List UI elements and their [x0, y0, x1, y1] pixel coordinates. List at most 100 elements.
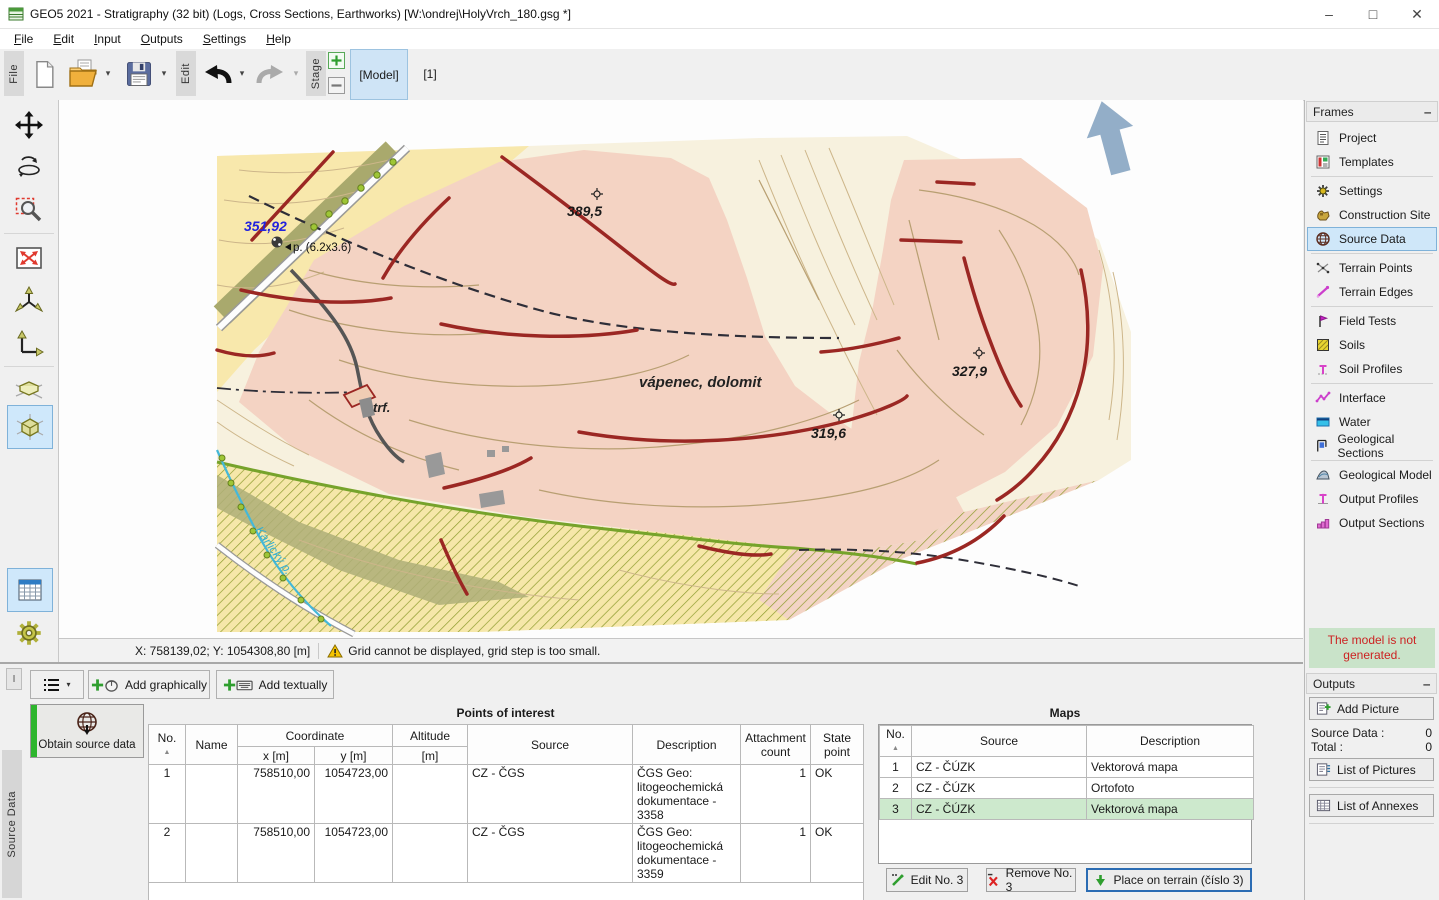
- sidebar-item-settings[interactable]: Settings: [1307, 179, 1437, 203]
- menu-input[interactable]: Input: [84, 30, 131, 48]
- open-file-icon: [66, 58, 100, 90]
- axes-3d-button[interactable]: [7, 280, 51, 322]
- maximize-button[interactable]: □: [1351, 0, 1395, 28]
- save-dropdown[interactable]: ▾: [158, 50, 170, 97]
- col-state-point[interactable]: Statepoint: [811, 725, 864, 765]
- menu-edit[interactable]: Edit: [43, 30, 84, 48]
- drawing-settings-button[interactable]: [7, 612, 51, 654]
- add-graphically-button[interactable]: Add graphically: [88, 670, 210, 699]
- points-of-interest-table[interactable]: No. ▲ Name Coordinate Altitude Source De…: [148, 724, 864, 900]
- source-data-count-row: Source Data : 0: [1305, 726, 1438, 740]
- north-arrow-icon: [1079, 100, 1145, 179]
- col-altitude[interactable]: Altitude: [393, 725, 468, 747]
- redo-dropdown[interactable]: ▾: [290, 50, 302, 97]
- col-y[interactable]: y [m]: [315, 747, 393, 765]
- remove-map-button[interactable]: Remove No. 3: [986, 868, 1076, 892]
- add-textually-button[interactable]: Add textually: [216, 670, 334, 699]
- sidebar-item-geological-model[interactable]: Geological Model: [1307, 463, 1437, 487]
- open-file-button[interactable]: [64, 50, 102, 97]
- sidebar-item-output-sections[interactable]: Output Sections: [1307, 511, 1437, 535]
- sidebar-item-templates[interactable]: Templates: [1307, 150, 1437, 174]
- edit-map-button[interactable]: Edit No. 3: [886, 868, 968, 892]
- sidebar-item-geological-sections[interactable]: Geological Sections: [1307, 434, 1437, 458]
- fit-to-window-button[interactable]: [7, 237, 51, 279]
- stage-add-icon: [328, 52, 345, 69]
- maps-table[interactable]: No. ▲ Source Description 1 CZ - ČÚZK Vek…: [879, 725, 1254, 820]
- col-name[interactable]: Name: [186, 725, 238, 765]
- sidebar-item-interface[interactable]: Interface: [1307, 386, 1437, 410]
- zoom-window-tool-button[interactable]: [7, 190, 51, 232]
- col-coordinate[interactable]: Coordinate: [238, 725, 393, 747]
- sidebar-item-soils[interactable]: Soils: [1307, 333, 1437, 357]
- sidebar-item-construction-site[interactable]: Construction Site: [1307, 203, 1437, 227]
- col-description[interactable]: Description: [633, 725, 741, 765]
- stage-remove-button[interactable]: [328, 77, 345, 94]
- save-button[interactable]: [120, 50, 158, 97]
- menu-help[interactable]: Help: [256, 30, 301, 48]
- menu-file[interactable]: File: [4, 30, 43, 48]
- status-divider: [318, 643, 319, 659]
- undo-button[interactable]: [198, 50, 236, 97]
- menu-settings[interactable]: Settings: [193, 30, 256, 48]
- outputs-minimize-icon[interactable]: ‒: [1423, 677, 1430, 691]
- table-view-button[interactable]: [7, 568, 53, 612]
- col-attachment-count[interactable]: Attachmentcount: [741, 725, 811, 765]
- source-data-vertical-tab[interactable]: Source Data: [2, 750, 22, 898]
- close-button[interactable]: ✕: [1395, 0, 1439, 28]
- pan-tool-button[interactable]: [7, 104, 51, 146]
- axonometry-button[interactable]: [7, 405, 53, 449]
- minimize-button[interactable]: –: [1307, 0, 1351, 28]
- new-file-button[interactable]: [26, 50, 62, 97]
- sidebar-item-soil-profiles[interactable]: Soil Profiles: [1307, 357, 1437, 381]
- table-row[interactable]: 1 758510,00 1054723,00 CZ - ČGS ČGS Geo:…: [149, 765, 864, 824]
- list-of-annexes-button[interactable]: List of Annexes: [1309, 794, 1434, 817]
- table-row[interactable]: 1 CZ - ČÚZK Vektorová mapa: [880, 757, 1254, 778]
- sidebar-item-terrain-points[interactable]: Terrain Points: [1307, 256, 1437, 280]
- list-mode-caret-icon: ▾: [66, 680, 70, 689]
- col-source[interactable]: Source: [468, 725, 633, 765]
- sidebar-item-water[interactable]: Water: [1307, 410, 1437, 434]
- table-row[interactable]: 2 758510,00 1054723,00 CZ - ČGS ČGS Geo:…: [149, 824, 864, 883]
- sidebar-item-project[interactable]: Project: [1307, 126, 1437, 150]
- sidebar-item-terrain-edges[interactable]: Terrain Edges: [1307, 280, 1437, 304]
- col-x[interactable]: x [m]: [238, 747, 315, 765]
- globe-icon: [1315, 231, 1331, 247]
- toolbar-separator: [4, 233, 54, 234]
- sidebar-item-output-profiles[interactable]: Output Profiles: [1307, 487, 1437, 511]
- tab-stage-1[interactable]: [1]: [414, 49, 446, 98]
- outputs-panel-header: Outputs ‒: [1306, 673, 1437, 694]
- list-mode-button[interactable]: ▾: [30, 670, 84, 699]
- col-description[interactable]: Description: [1087, 726, 1254, 757]
- frames-separator: [1311, 253, 1433, 254]
- menu-outputs[interactable]: Outputs: [131, 30, 193, 48]
- place-on-terrain-button[interactable]: Place on terrain (číslo 3): [1086, 868, 1252, 892]
- add-picture-button[interactable]: Add Picture: [1309, 697, 1434, 720]
- frames-panel-header: Frames ‒: [1306, 101, 1438, 122]
- col-source[interactable]: Source: [912, 726, 1087, 757]
- col-no[interactable]: No. ▲: [149, 725, 186, 765]
- rotate-tool-button[interactable]: [7, 147, 51, 189]
- view-direction-icon: [14, 376, 44, 406]
- obtain-source-data-button[interactable]: Obtain source data: [30, 704, 144, 758]
- table-row[interactable]: 2 CZ - ČÚZK Ortofoto: [880, 778, 1254, 799]
- sidebar-item-source-data[interactable]: Source Data: [1307, 227, 1437, 251]
- save-icon: [124, 58, 154, 90]
- empty-row[interactable]: [149, 883, 864, 900]
- col-no[interactable]: No. ▲: [880, 726, 912, 757]
- total-count-row: Total : 0: [1305, 740, 1438, 754]
- open-file-dropdown[interactable]: ▾: [102, 50, 114, 97]
- list-of-pictures-button[interactable]: List of Pictures: [1309, 758, 1434, 781]
- table-row-selected[interactable]: 3 CZ - ČÚZK Vektorová mapa: [880, 799, 1254, 820]
- redo-button[interactable]: [252, 50, 290, 97]
- stage-add-button[interactable]: [328, 52, 345, 69]
- add-textually-icon: [223, 677, 253, 693]
- frames-minimize-icon[interactable]: ‒: [1424, 105, 1431, 119]
- map-canvas[interactable]: 351,92 p. (6.2x3.6) 389,5 327,9 319,6 vá…: [59, 100, 1303, 638]
- rock-type-label: vápenec, dolomit: [639, 374, 763, 391]
- sidebar-item-field-tests[interactable]: Field Tests: [1307, 309, 1437, 333]
- tab-model[interactable]: [Model]: [350, 49, 408, 100]
- collapsed-tab[interactable]: I: [6, 668, 22, 690]
- col-altitude-unit[interactable]: [m]: [393, 747, 468, 765]
- undo-dropdown[interactable]: ▾: [236, 50, 248, 97]
- axes-2d-button[interactable]: [7, 323, 51, 365]
